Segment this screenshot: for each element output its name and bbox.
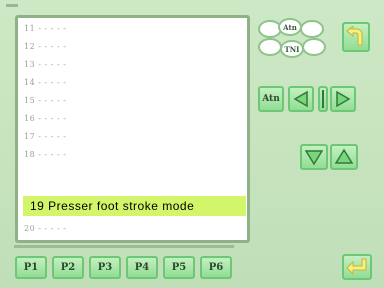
settings-list[interactable]: 11 - - - - - 12 - - - - - 13 - - - - - 1… xyxy=(15,15,250,243)
tab-p2[interactable]: P2 xyxy=(52,256,84,279)
option-oval-blank-4[interactable] xyxy=(302,38,326,56)
triangle-up-icon xyxy=(334,148,354,164)
list-item[interactable]: 18 - - - - - xyxy=(24,148,66,162)
triangle-down-icon xyxy=(304,150,324,166)
tab-label: P6 xyxy=(208,262,224,273)
option-oval-tni-label: TNI xyxy=(284,44,300,54)
list-item[interactable]: 17 - - - - - xyxy=(24,130,66,144)
tab-label: P5 xyxy=(171,262,187,273)
tab-p6[interactable]: P6 xyxy=(200,256,232,279)
u-turn-arrow-icon xyxy=(346,26,363,46)
option-oval-blank-3[interactable] xyxy=(258,38,282,56)
divider-button[interactable] xyxy=(318,86,328,112)
triangle-left-icon xyxy=(293,90,308,108)
right-arrow-button[interactable] xyxy=(330,86,356,112)
back-button[interactable] xyxy=(342,22,370,52)
tab-p5[interactable]: P5 xyxy=(163,256,195,279)
tab-p1[interactable]: P1 xyxy=(15,256,47,279)
auto-button-label: Atn xyxy=(262,94,280,104)
list-item[interactable]: 14 - - - - - xyxy=(24,76,66,90)
up-arrow-button[interactable] xyxy=(330,144,358,170)
list-item[interactable]: 13 - - - - - xyxy=(24,58,66,72)
list-item[interactable]: 12 - - - - - xyxy=(24,40,66,54)
list-item[interactable]: 15 - - - - - xyxy=(24,94,66,108)
option-oval-auto-label: Atn xyxy=(283,22,297,32)
option-oval-tni[interactable]: TNI xyxy=(280,40,304,58)
tab-label: P4 xyxy=(134,262,150,273)
tab-label: P2 xyxy=(60,262,76,273)
option-oval-blank-2[interactable] xyxy=(300,20,324,38)
left-arrow-button[interactable] xyxy=(288,86,314,112)
enter-button[interactable] xyxy=(342,254,372,280)
tab-p4[interactable]: P4 xyxy=(126,256,158,279)
list-item-selected[interactable]: 19 Presser foot stroke mode xyxy=(23,196,246,216)
tab-p3[interactable]: P3 xyxy=(89,256,121,279)
list-item[interactable]: 11 - - - - - xyxy=(24,22,66,36)
enter-arrow-icon xyxy=(346,258,367,276)
list-item[interactable]: 20 - - - - - xyxy=(24,222,66,236)
divider-bar xyxy=(322,90,324,108)
triangle-right-icon xyxy=(336,90,351,108)
tab-label: P1 xyxy=(23,262,39,273)
auto-button[interactable]: Atn xyxy=(258,86,284,112)
down-arrow-button[interactable] xyxy=(300,144,328,170)
tab-bar-divider xyxy=(14,245,234,248)
tab-label: P3 xyxy=(97,262,113,273)
list-item[interactable]: 16 - - - - - xyxy=(24,112,66,126)
status-indicator xyxy=(6,4,18,7)
screen: 11 - - - - - 12 - - - - - 13 - - - - - 1… xyxy=(0,0,384,288)
option-oval-auto[interactable]: Atn xyxy=(278,18,302,36)
